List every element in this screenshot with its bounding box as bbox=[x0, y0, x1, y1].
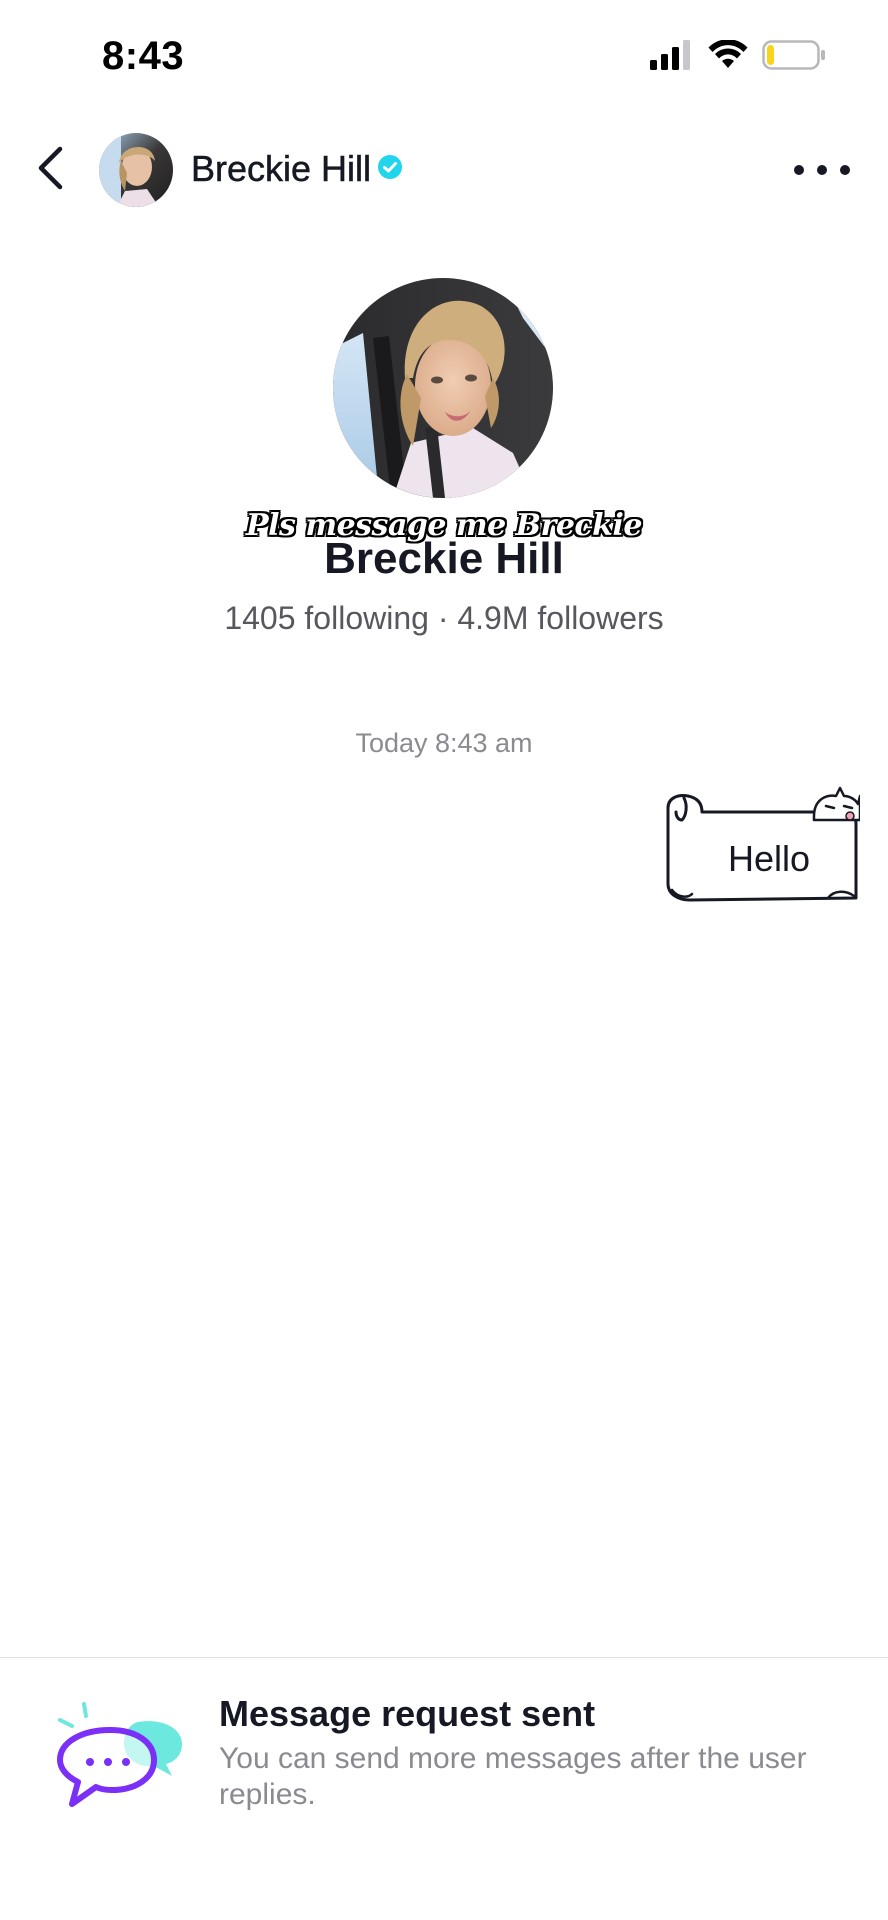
more-dot bbox=[817, 165, 827, 175]
wifi-icon bbox=[708, 39, 748, 75]
profile-stats: 1405 following · 4.9M followers bbox=[224, 600, 664, 636]
status-bar: 8:43 bbox=[0, 0, 888, 110]
more-dot bbox=[840, 165, 850, 175]
back-button[interactable] bbox=[26, 144, 74, 196]
header-title[interactable]: Breckie Hill bbox=[191, 148, 403, 190]
request-title: Message request sent bbox=[219, 1693, 596, 1734]
verified-badge-icon bbox=[377, 154, 403, 185]
cellular-signal-icon bbox=[650, 40, 694, 75]
more-options-button[interactable] bbox=[794, 154, 850, 186]
chevron-left-icon bbox=[36, 146, 64, 195]
message-text: Hello bbox=[727, 838, 811, 879]
sent-message-bubble[interactable]: Hello bbox=[664, 786, 860, 910]
profile-avatar[interactable] bbox=[333, 278, 553, 498]
bottom-divider bbox=[0, 1657, 888, 1658]
header-name: Breckie Hill bbox=[191, 148, 372, 190]
status-icons bbox=[650, 39, 826, 75]
chat-bubbles-icon bbox=[54, 1700, 186, 1810]
sticker-caption: Pls message me Breckie bbox=[246, 508, 642, 543]
more-dot bbox=[794, 165, 804, 175]
status-time: 8:43 bbox=[102, 34, 185, 78]
request-subtitle: You can send more messages after the use… bbox=[219, 1742, 807, 1811]
header-avatar[interactable] bbox=[99, 133, 173, 207]
battery-icon bbox=[762, 40, 826, 75]
message-timestamp: Today 8:43 am bbox=[355, 728, 533, 758]
chat-header: Breckie Hill bbox=[0, 118, 888, 222]
